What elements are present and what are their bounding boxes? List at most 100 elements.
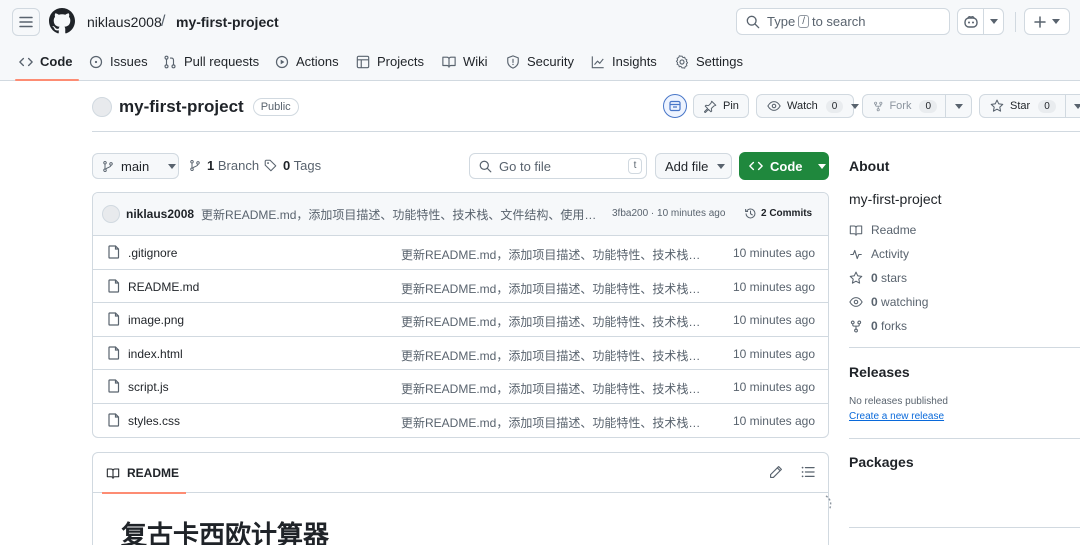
tab-label: Projects: [377, 54, 424, 69]
copilot-main[interactable]: [958, 9, 984, 34]
go-to-file-shortcut: t: [628, 158, 642, 174]
git-branch-icon: [190, 159, 200, 172]
create-release-link[interactable]: Create a new release: [849, 411, 944, 422]
star-dropdown[interactable]: [1064, 95, 1080, 117]
readme-tab[interactable]: README: [101, 466, 187, 494]
fork-count: 0: [919, 99, 937, 113]
star-icon: [849, 271, 863, 284]
file-row[interactable]: index.html 更新README.md，添加项目描述、功能特性、技术栈、文…: [93, 337, 828, 371]
repo-name[interactable]: my-first-project: [119, 97, 244, 117]
file-name[interactable]: image.png: [128, 313, 184, 327]
file-icon: [108, 278, 120, 293]
commit-author-avatar[interactable]: [102, 205, 120, 223]
copilot-button[interactable]: [957, 8, 1004, 35]
watch-button[interactable]: Watch 0: [756, 94, 860, 118]
top-bar: niklaus2008 / my-first-project Type / to…: [0, 0, 1080, 42]
file-row[interactable]: image.png 更新README.md，添加项目描述、功能特性、技术栈、文.…: [93, 303, 828, 337]
file-icon: [108, 312, 120, 326]
branches-link[interactable]: 1 Branch: [189, 158, 259, 173]
tags-link[interactable]: 0 Tags: [264, 158, 321, 173]
activity-link[interactable]: Activity: [849, 247, 909, 261]
tab-wiki[interactable]: Wiki: [442, 42, 488, 81]
fork-dropdown[interactable]: [945, 95, 971, 117]
pencil-icon[interactable]: [769, 465, 783, 479]
packages-title[interactable]: Packages: [849, 454, 914, 470]
tab-label: Security: [527, 54, 574, 69]
branch-selector[interactable]: main: [92, 153, 179, 179]
file-row[interactable]: styles.css 更新README.md，添加项目描述、功能特性、技术栈、文…: [93, 404, 828, 437]
commit-author[interactable]: niklaus2008: [126, 207, 194, 221]
fork-main[interactable]: Fork 0: [863, 95, 945, 117]
watching-link[interactable]: 0 watching: [849, 295, 928, 309]
shield-icon: [507, 54, 519, 69]
star-icon: [990, 99, 1004, 112]
breadcrumb-owner[interactable]: niklaus2008: [87, 13, 162, 31]
file-commit-message[interactable]: 更新README.md，添加项目描述、功能特性、技术栈、文...: [401, 313, 711, 330]
tab-code[interactable]: Code: [15, 42, 78, 81]
search-suffix: to search: [811, 14, 866, 29]
file-name[interactable]: styles.css: [128, 414, 180, 428]
file-commit-message[interactable]: 更新README.md，添加项目描述、功能特性、技术栈、文...: [401, 246, 711, 263]
tab-pull-requests[interactable]: Pull requests: [163, 42, 259, 81]
tab-settings[interactable]: Settings: [675, 42, 743, 81]
readme-link[interactable]: Readme: [849, 223, 916, 237]
readme-link-label: Readme: [871, 223, 917, 237]
copilot-dropdown[interactable]: [984, 19, 1003, 24]
star-count: 0: [1038, 99, 1056, 113]
forks-link[interactable]: 0 forks: [849, 319, 907, 333]
global-search-input[interactable]: Type / to search: [736, 8, 950, 35]
about-settings[interactable]: [1076, 160, 1080, 174]
pin-icon: [704, 100, 717, 113]
code-button[interactable]: Code: [739, 152, 829, 180]
github-logo-icon[interactable]: [49, 8, 75, 34]
file-commit-time: 10 minutes ago: [732, 346, 815, 361]
file-row[interactable]: README.md 更新README.md，添加项目描述、功能特性、技术栈、文.…: [93, 270, 828, 304]
file-name[interactable]: script.js: [128, 380, 169, 394]
tab-label: Issues: [110, 54, 148, 69]
list-unordered-icon[interactable]: [801, 465, 815, 479]
stars-link[interactable]: 0 stars: [849, 271, 907, 285]
file-table: niklaus2008 更新README.md，添加项目描述、功能特性、技术栈、…: [92, 192, 829, 438]
commits-history-link[interactable]: 2 Commits: [744, 207, 812, 220]
gear-icon: [1076, 160, 1080, 174]
file-row[interactable]: .gitignore 更新README.md，添加项目描述、功能特性、技术栈、文…: [93, 236, 828, 270]
pin-button[interactable]: Pin: [693, 94, 749, 118]
file-commit-message[interactable]: 更新README.md，添加项目描述、功能特性、技术栈、文...: [401, 414, 711, 431]
file-row[interactable]: script.js 更新README.md，添加项目描述、功能特性、技术栈、文.…: [93, 370, 828, 404]
gear-icon: [675, 54, 689, 69]
menu-button[interactable]: [12, 8, 40, 36]
search-shortcut-key: /: [798, 15, 809, 28]
watch-main[interactable]: Watch 0: [757, 95, 851, 117]
file-name[interactable]: README.md: [128, 280, 199, 294]
go-to-file-input[interactable]: Go to file t: [469, 153, 647, 179]
tab-projects[interactable]: Projects: [356, 42, 424, 81]
commit-meta[interactable]: 3fba200 · 10 minutes ago: [612, 208, 725, 219]
tab-issues[interactable]: Issues: [89, 42, 148, 81]
pin-main[interactable]: Pin: [694, 95, 747, 117]
owner-avatar[interactable]: [92, 97, 112, 117]
breadcrumb-repo[interactable]: my-first-project: [176, 13, 279, 31]
star-button[interactable]: Star 0: [979, 94, 1080, 118]
add-file-button[interactable]: Add file: [655, 153, 732, 179]
file-commit-message[interactable]: 更新README.md，添加项目描述、功能特性、技术栈、文...: [401, 347, 711, 364]
watch-dropdown[interactable]: [851, 95, 860, 117]
file-icon: [108, 245, 120, 259]
file-commit-time: 10 minutes ago: [732, 313, 815, 328]
tab-actions[interactable]: Actions: [275, 42, 339, 81]
commit-message[interactable]: 更新README.md，添加项目描述、功能特性、技术栈、文件结构、使用方法...: [201, 206, 601, 223]
file-commit-message[interactable]: 更新README.md，添加项目描述、功能特性、技术栈、文...: [401, 380, 711, 397]
releases-title[interactable]: Releases: [849, 364, 910, 380]
repo-settings-shortcut[interactable]: [663, 94, 687, 118]
fork-button[interactable]: Fork 0: [862, 94, 972, 118]
star-main[interactable]: Star 0: [980, 95, 1065, 117]
sidebar-divider: [849, 438, 1080, 439]
tab-insights[interactable]: Insights: [591, 42, 657, 81]
triangle-down-icon: [989, 19, 998, 24]
file-name[interactable]: index.html: [128, 347, 183, 361]
create-new-button[interactable]: [1024, 8, 1070, 35]
tab-security[interactable]: Security: [506, 42, 574, 81]
file-name[interactable]: .gitignore: [128, 246, 177, 260]
triangle-down-icon: [817, 163, 826, 169]
file-commit-time: 10 minutes ago: [732, 246, 815, 260]
file-commit-message[interactable]: 更新README.md，添加项目描述、功能特性、技术栈、文...: [401, 280, 711, 297]
